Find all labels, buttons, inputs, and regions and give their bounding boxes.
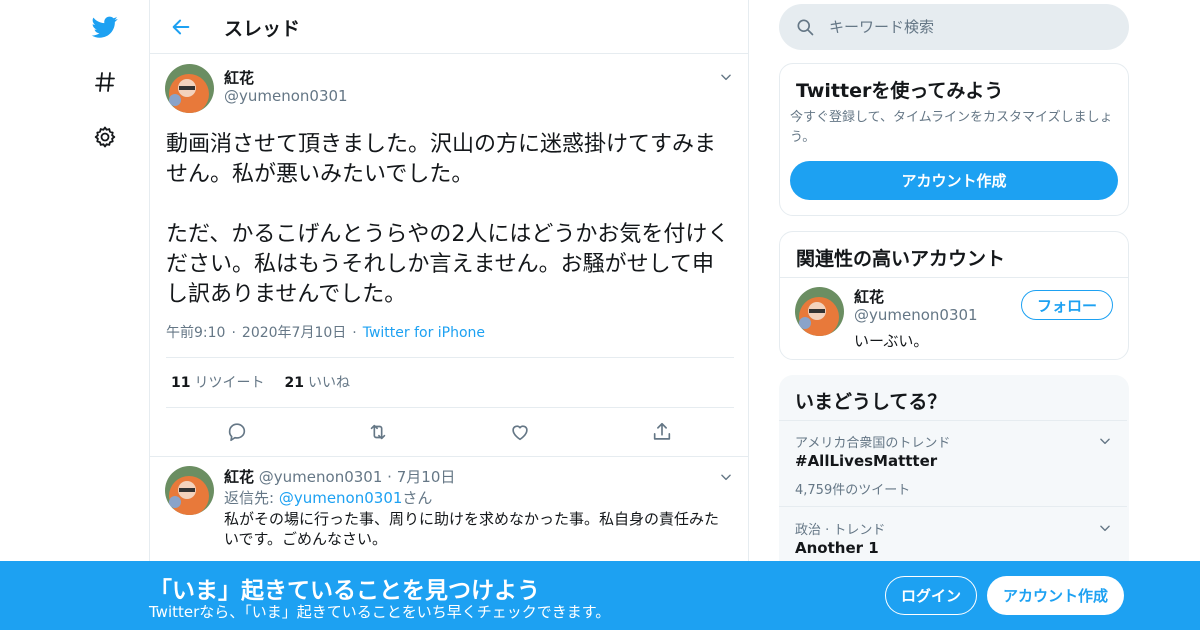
tweet-text: 動画消させて頂きました。沢山の方に迷惑掛けてすみません。私が悪いみたいでした。 … bbox=[166, 130, 736, 340]
twitter-bird-icon[interactable] bbox=[86, 8, 124, 46]
search-icon bbox=[795, 17, 815, 37]
trend-name[interactable]: #AllLivesMattter bbox=[795, 452, 937, 470]
banner-subtitle: Twitterなら、「いま」起きていることをいち早くチェックできます。 bbox=[149, 603, 611, 621]
avatar[interactable] bbox=[795, 287, 844, 336]
thread-header: スレッド bbox=[150, 0, 748, 54]
trend-context: 政治 · トレンド bbox=[795, 523, 886, 538]
divider bbox=[779, 420, 1127, 421]
like-count-label: いいね bbox=[307, 375, 350, 391]
divider bbox=[166, 407, 734, 408]
retweet-count-label: リツイート bbox=[194, 375, 265, 391]
chevron-down-icon[interactable] bbox=[716, 467, 736, 487]
avatar[interactable] bbox=[165, 64, 214, 113]
reply-date[interactable]: 7月10日 bbox=[397, 468, 456, 486]
related-accounts-card: 関連性の高いアカウント 紅花 @yumenon0301 いーぶい。 フォロー bbox=[779, 231, 1129, 360]
tweet-source[interactable]: Twitter for iPhone bbox=[363, 325, 485, 341]
create-account-button[interactable]: アカウント作成 bbox=[790, 161, 1118, 200]
divider bbox=[166, 357, 734, 358]
trends-card-title: いまどうしてる？ bbox=[795, 391, 947, 413]
back-arrow-icon[interactable] bbox=[166, 12, 196, 42]
banner-title: 「いま」起きていることを見つけよう bbox=[149, 578, 540, 604]
author-name[interactable]: 紅花 bbox=[224, 67, 254, 88]
reply-to-link[interactable]: @yumenon0301 bbox=[279, 489, 403, 507]
divider bbox=[780, 277, 1128, 278]
retweet-icon[interactable] bbox=[366, 420, 390, 444]
search-box[interactable] bbox=[779, 4, 1129, 50]
retweet-count-link[interactable]: 11 リツイート bbox=[171, 375, 264, 391]
signup-card: Twitterを使ってみよう 今すぐ登録して、タイムラインをカスタマイズしましょ… bbox=[779, 63, 1129, 216]
related-account-bio: いーぶい。 bbox=[854, 332, 929, 350]
divider bbox=[150, 456, 748, 457]
author-handle[interactable]: @yumenon0301 bbox=[224, 87, 348, 105]
chevron-down-icon[interactable] bbox=[1095, 518, 1115, 538]
reply-to-suffix: さん bbox=[402, 489, 433, 507]
reply-author-name[interactable]: 紅花 bbox=[224, 468, 254, 486]
heart-icon[interactable] bbox=[508, 420, 532, 444]
reply-author-handle[interactable]: @yumenon0301 bbox=[259, 468, 383, 486]
page-title: スレッド bbox=[224, 18, 301, 40]
related-account-name[interactable]: 紅花 bbox=[854, 286, 884, 307]
like-count-link[interactable]: 21 いいね bbox=[284, 375, 349, 391]
trend-name[interactable]: Another 1 bbox=[795, 539, 879, 557]
tweet-meta: 午前9:10 · 2020年7月10日 · Twitter for iPhone bbox=[166, 325, 486, 341]
trend-count: 4,759件のツイート bbox=[795, 483, 911, 498]
trend-context: アメリカ合衆国のトレンド bbox=[795, 436, 951, 451]
gear-icon[interactable] bbox=[86, 118, 124, 156]
tweet-date[interactable]: 2020年7月10日 bbox=[242, 325, 346, 341]
signup-card-subtitle: 今すぐ登録して、タイムラインをカスタマイズしましょう。 bbox=[790, 110, 1113, 145]
reply-icon[interactable] bbox=[225, 420, 249, 444]
search-input[interactable] bbox=[829, 4, 1119, 50]
related-account-handle[interactable]: @yumenon0301 bbox=[854, 306, 978, 324]
banner-signup-button[interactable]: アカウント作成 bbox=[987, 576, 1124, 615]
reply-to-line: 返信先: @yumenon0301さん bbox=[224, 487, 432, 508]
trends-card: いまどうしてる？ アメリカ合衆国のトレンド #AllLivesMattter 4… bbox=[779, 375, 1129, 575]
related-card-title: 関連性の高いアカウント bbox=[796, 248, 1006, 270]
signup-banner: 「いま」起きていることを見つけよう Twitterなら、「いま」起きていることを… bbox=[0, 561, 1200, 630]
share-icon[interactable] bbox=[650, 420, 674, 444]
page: スレッド 紅花 @yumenon0301 動画消させて頂きました。沢山の方に迷惑… bbox=[0, 0, 1200, 630]
tweet-paragraph: ただ、かるこげんとうらやの2人にはどうかお気を付けください。私はもうそれしか言え… bbox=[166, 222, 730, 307]
reply-to-prefix: 返信先: bbox=[224, 489, 279, 507]
chevron-down-icon[interactable] bbox=[716, 67, 736, 87]
reply-header: 紅花 @yumenon0301 · 7月10日 bbox=[224, 468, 456, 486]
retweet-count: 11 bbox=[171, 375, 191, 391]
signup-card-title: Twitterを使ってみよう bbox=[796, 80, 1004, 102]
avatar[interactable] bbox=[165, 466, 214, 515]
like-count: 21 bbox=[284, 375, 304, 391]
divider bbox=[779, 506, 1127, 507]
follow-button[interactable]: フォロー bbox=[1021, 290, 1113, 320]
thread-column: スレッド 紅花 @yumenon0301 動画消させて頂きました。沢山の方に迷惑… bbox=[149, 0, 749, 630]
reply-text: 私がその場に行った事、周りに助けを求めなかった事。私自身の責任みたいです。ごめん… bbox=[224, 510, 720, 548]
chevron-down-icon[interactable] bbox=[1095, 431, 1115, 451]
tweet-paragraph: 動画消させて頂きました。沢山の方に迷惑掛けてすみません。私が悪いみたいでした。 bbox=[166, 132, 717, 187]
login-button[interactable]: ログイン bbox=[885, 576, 977, 615]
hashtag-icon[interactable] bbox=[86, 63, 124, 101]
tweet-time[interactable]: 午前9:10 bbox=[166, 325, 225, 341]
tweet-stats: 11 リツイート 21 いいね bbox=[171, 372, 350, 392]
